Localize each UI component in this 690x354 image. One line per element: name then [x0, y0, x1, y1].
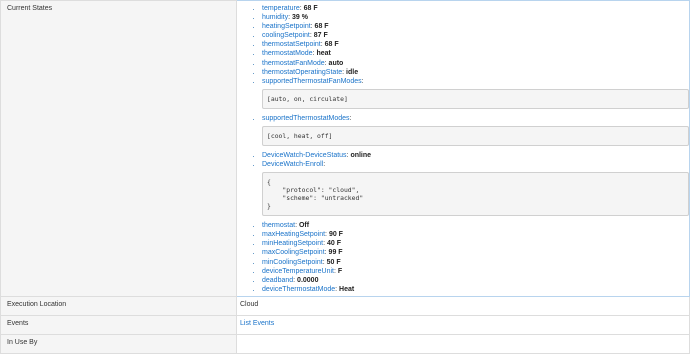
attr-link-cooling-setpoint[interactable]: coolingSetpoint	[262, 32, 310, 39]
state-item: temperature: 68 F	[262, 4, 689, 13]
execution-location-value: Cloud	[240, 300, 259, 308]
attr-link-thermostat[interactable]: thermostat	[262, 222, 295, 229]
attr-link-thermostat-setpoint[interactable]: thermostatSetpoint	[262, 41, 321, 48]
state-item: humidity: 39 %	[262, 13, 689, 22]
attr-link-max-heating-setpoint[interactable]: maxHeatingSetpoint	[262, 231, 325, 238]
attr-value: Heat	[339, 285, 355, 293]
attr-value: 39 %	[291, 14, 308, 22]
attr-link-device-status[interactable]: DeviceWatch-DeviceStatus	[262, 152, 347, 159]
attr-value: 68 F	[314, 23, 329, 31]
state-item: supportedThermostatModes: [cool, heat, o…	[262, 114, 689, 146]
attr-value: 90 F	[328, 231, 343, 239]
state-item: deviceTemperatureUnit: F	[262, 267, 689, 276]
current-states-label: Current States	[0, 0, 237, 297]
events-row: Events List Events	[0, 314, 690, 335]
state-item: minHeatingSetpoint: 40 F	[262, 239, 689, 248]
state-item: DeviceWatch-Enroll: { "protocol": "cloud…	[262, 160, 689, 217]
attr-value: 87 F	[313, 32, 328, 40]
events-label: Events	[0, 314, 237, 335]
state-item: DeviceWatch-DeviceStatus: online	[262, 151, 689, 160]
current-states-row: Current States temperature: 68 F humidit…	[0, 0, 690, 297]
state-item: thermostatSetpoint: 68 F	[262, 40, 689, 49]
states-list: temperature: 68 F humidity: 39 % heating…	[240, 4, 689, 294]
in-use-by-row: In Use By	[0, 333, 690, 354]
state-item: thermostatOperatingState: idle	[262, 68, 689, 77]
list-events-link[interactable]: List Events	[240, 316, 689, 327]
attr-link-temperature[interactable]: temperature	[262, 5, 300, 12]
attr-link-humidity[interactable]: humidity	[262, 14, 288, 21]
attr-link-min-cooling-setpoint[interactable]: minCoolingSetpoint	[262, 259, 323, 266]
execution-location-cell: Cloud	[236, 295, 690, 316]
state-item: heatingSetpoint: 68 F	[262, 22, 689, 31]
attr-value: 0.0000	[297, 276, 319, 284]
events-cell: List Events	[236, 314, 690, 335]
attr-value: online	[350, 151, 372, 159]
device-properties-table: Current States temperature: 68 F humidit…	[0, 0, 690, 354]
state-item: thermostatMode: heat	[262, 49, 689, 58]
state-item: coolingSetpoint: 87 F	[262, 31, 689, 40]
attr-value: 68 F	[303, 5, 318, 12]
execution-location-label: Execution Location	[0, 295, 237, 316]
attr-link-heating-setpoint[interactable]: heatingSetpoint	[262, 23, 311, 30]
state-item: deviceThermostatMode: Heat	[262, 285, 689, 294]
state-item: maxHeatingSetpoint: 90 F	[262, 230, 689, 239]
attr-link-device-thermostat-mode[interactable]: deviceThermostatMode	[262, 286, 335, 293]
in-use-by-value	[236, 333, 690, 354]
execution-location-row: Execution Location Cloud	[0, 295, 690, 316]
attr-link-thermostat-mode[interactable]: thermostatMode	[262, 50, 313, 57]
attr-value: 50 F	[326, 258, 341, 266]
state-item: thermostat: Off	[262, 221, 689, 230]
state-item: deadband: 0.0000	[262, 276, 689, 285]
attr-value: 40 F	[326, 240, 341, 248]
attr-link-supported-modes[interactable]: supportedThermostatModes	[262, 115, 350, 122]
attr-value: Off	[298, 222, 310, 230]
state-item: maxCoolingSetpoint: 99 F	[262, 248, 689, 257]
attr-value: 99 F	[328, 249, 343, 257]
attr-link-thermostat-operating-state[interactable]: thermostatOperatingState	[262, 69, 342, 76]
in-use-by-label: In Use By	[0, 333, 237, 354]
attr-link-supported-fan-modes[interactable]: supportedThermostatFanModes	[262, 78, 362, 85]
attr-value: heat	[316, 50, 331, 58]
attr-link-thermostat-fan-mode[interactable]: thermostatFanMode	[262, 60, 325, 67]
attr-value: 68 F	[324, 41, 339, 49]
state-item: supportedThermostatFanModes: [auto, on, …	[262, 77, 689, 109]
current-states-value: temperature: 68 F humidity: 39 % heating…	[236, 0, 690, 297]
attr-value: F	[337, 267, 343, 275]
attr-value: idle	[346, 68, 359, 76]
attr-link-min-heating-setpoint[interactable]: minHeatingSetpoint	[262, 240, 323, 247]
attr-link-max-cooling-setpoint[interactable]: maxCoolingSetpoint	[262, 249, 325, 256]
attr-value: auto	[328, 59, 344, 67]
enroll-code: { "protocol": "cloud", "scheme": "untrac…	[262, 172, 689, 217]
state-item: minCoolingSetpoint: 50 F	[262, 258, 689, 267]
attr-link-deadband[interactable]: deadband	[262, 277, 293, 284]
attr-link-device-enroll[interactable]: DeviceWatch-Enroll	[262, 161, 323, 168]
fan-modes-code: [auto, on, circulate]	[262, 88, 689, 109]
modes-code: [cool, heat, off]	[262, 125, 689, 146]
state-item: thermostatFanMode: auto	[262, 59, 689, 68]
attr-link-device-temperature-unit[interactable]: deviceTemperatureUnit	[262, 268, 334, 275]
